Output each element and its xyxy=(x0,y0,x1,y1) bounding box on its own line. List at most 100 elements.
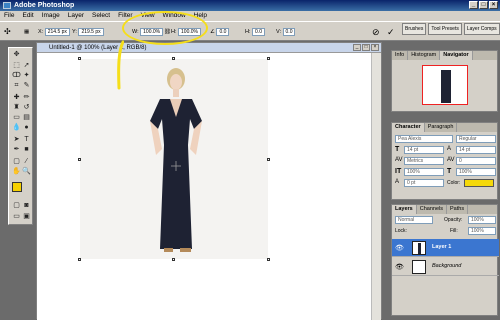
doc-close-button[interactable]: × xyxy=(371,44,379,51)
layer-row-background[interactable]: 👁 Background xyxy=(392,258,499,276)
hand-tool-icon[interactable]: ✋ xyxy=(12,168,21,176)
layer-name: Background xyxy=(432,263,462,269)
type-tool-icon[interactable]: T xyxy=(22,136,31,144)
tab-character[interactable]: Character xyxy=(392,123,425,132)
eyedropper-icon[interactable]: ⁄ xyxy=(22,158,31,166)
vertical-scale-input[interactable]: 100% xyxy=(404,168,444,176)
transform-handle-right[interactable] xyxy=(267,158,270,161)
maximize-button[interactable]: □ xyxy=(479,1,488,9)
transform-handle-top-right[interactable] xyxy=(267,57,270,60)
model-photo[interactable] xyxy=(80,59,268,259)
layer-row-layer-1[interactable]: 👁 Layer 1 xyxy=(392,239,499,257)
pen-tool-icon[interactable]: ✒ xyxy=(12,146,21,154)
layer-thumbnail xyxy=(412,241,426,255)
opacity-label: Opacity: xyxy=(444,217,463,223)
tab-tool-presets[interactable]: Tool Presets xyxy=(428,23,462,35)
reference-point-icon[interactable]: ▦ xyxy=(24,27,29,37)
y-input[interactable]: 219.5 px xyxy=(78,27,104,36)
font-family-select[interactable]: Pea Alexis xyxy=(395,135,453,143)
horizontal-scale-input[interactable]: 100% xyxy=(456,168,496,176)
cancel-transform-icon[interactable]: ⊘ xyxy=(372,27,380,37)
y-position-group: Y: 219.5 px xyxy=(72,27,104,37)
close-button[interactable]: × xyxy=(489,1,498,9)
kerning-input[interactable]: Metrics xyxy=(404,157,444,165)
transform-handle-top[interactable] xyxy=(172,57,175,60)
gradient-tool-icon[interactable]: ▤ xyxy=(22,114,31,122)
baseline-input[interactable]: 0 pt xyxy=(404,179,444,187)
menu-edit[interactable]: Edit xyxy=(22,11,33,21)
angle-group: ∠ 0.0 xyxy=(210,27,230,37)
standard-mode-icon[interactable]: ▢ xyxy=(12,202,21,210)
x-input[interactable]: 214.5 px xyxy=(44,27,70,36)
marquee-tool-icon[interactable]: ⬚ xyxy=(12,62,21,70)
h-skew-input[interactable]: 0.0 xyxy=(252,27,265,36)
leading-input[interactable]: 14 pt xyxy=(456,146,496,154)
tab-navigator[interactable]: Navigator xyxy=(440,51,473,60)
menu-select[interactable]: Select xyxy=(92,11,110,21)
healing-brush-icon[interactable]: ✚ xyxy=(12,94,21,102)
tab-channels[interactable]: Channels xyxy=(417,205,447,214)
commit-transform-icon[interactable]: ✓ xyxy=(387,27,395,37)
tab-layer-comps[interactable]: Layer Comps xyxy=(463,23,500,35)
transform-handle-bottom-left[interactable] xyxy=(78,258,81,261)
navigator-thumbnail[interactable] xyxy=(422,65,468,105)
v-skew-label: V: xyxy=(276,29,281,35)
vertical-scrollbar[interactable] xyxy=(371,53,381,320)
fill-input[interactable]: 100% xyxy=(468,227,496,235)
menu-file[interactable]: File xyxy=(4,11,14,21)
blend-mode-select[interactable]: Normal xyxy=(395,216,433,224)
canvas-area[interactable] xyxy=(37,53,373,320)
transform-handle-top-left[interactable] xyxy=(78,57,81,60)
tab-layers[interactable]: Layers xyxy=(392,205,417,214)
zoom-tool-icon[interactable]: 🔍 xyxy=(22,168,31,176)
layers-tabs: Layers Channels Paths xyxy=(392,205,497,214)
quick-mask-icon[interactable]: ◙ xyxy=(22,202,31,210)
layer-thumbnail xyxy=(412,260,426,274)
doc-minimize-button[interactable]: _ xyxy=(353,44,361,51)
transform-handle-left[interactable] xyxy=(78,158,81,161)
eraser-tool-icon[interactable]: ▭ xyxy=(12,114,21,122)
menu-layer[interactable]: Layer xyxy=(68,11,84,21)
visibility-eye-icon[interactable]: 👁 xyxy=(395,244,404,252)
foreground-color-swatch[interactable] xyxy=(12,182,22,192)
lasso-tool-icon[interactable]: ↀ xyxy=(12,72,21,80)
v-skew-input[interactable]: 0.0 xyxy=(282,27,296,36)
history-brush-icon[interactable]: ↺ xyxy=(22,104,31,112)
brush-tool-icon[interactable]: ✏ xyxy=(22,94,31,102)
screen-mode-icon[interactable]: ▭ xyxy=(12,213,21,221)
minimize-button[interactable]: _ xyxy=(469,1,478,9)
font-size-input[interactable]: 14 pt xyxy=(404,146,444,154)
opacity-input[interactable]: 100% xyxy=(468,216,496,224)
angle-input[interactable]: 0.0 xyxy=(216,27,230,36)
tab-info[interactable]: Info xyxy=(392,51,409,60)
tab-paragraph[interactable]: Paragraph xyxy=(425,123,458,132)
visibility-eye-icon[interactable]: 👁 xyxy=(395,263,404,271)
dodge-tool-icon[interactable]: ● xyxy=(22,124,31,132)
transform-handle-bottom[interactable] xyxy=(172,258,175,261)
move-tool-icon[interactable]: ✣ xyxy=(4,27,11,37)
font-style-select[interactable]: Regular xyxy=(456,135,496,143)
x-position-group: X: 214.5 px xyxy=(38,27,70,37)
shape-tool-icon[interactable]: ■ xyxy=(22,146,31,154)
tab-histogram[interactable]: Histogram xyxy=(408,51,441,60)
move-tool-icon[interactable]: ✥ xyxy=(12,51,21,59)
magic-wand-icon[interactable]: ✦ xyxy=(22,72,31,80)
doc-maximize-button[interactable]: □ xyxy=(362,44,370,51)
path-selection-icon[interactable]: ➤ xyxy=(12,136,21,144)
blur-tool-icon[interactable]: 💧 xyxy=(12,124,21,132)
slice-tool-icon[interactable]: ✎ xyxy=(22,82,31,90)
text-color-swatch[interactable] xyxy=(464,179,494,187)
crop-tool-icon[interactable]: ⌗ xyxy=(12,82,21,90)
full-screen-icon[interactable]: ▣ xyxy=(22,213,31,221)
transform-handle-bottom-right[interactable] xyxy=(267,258,270,261)
photoshop-app-icon xyxy=(3,2,11,9)
tracking-input[interactable]: 0 xyxy=(456,157,496,165)
stamp-tool-icon[interactable]: ♜ xyxy=(12,104,21,112)
tab-paths[interactable]: Paths xyxy=(447,205,469,214)
h-skew-label: H: xyxy=(245,29,251,35)
kerning-icon: AV xyxy=(395,157,403,163)
menu-image[interactable]: Image xyxy=(42,11,60,21)
notes-tool-icon[interactable]: ▢ xyxy=(12,158,21,166)
move-arrow-icon[interactable]: ➚ xyxy=(22,62,31,70)
tab-brushes[interactable]: Brushes xyxy=(402,23,427,35)
